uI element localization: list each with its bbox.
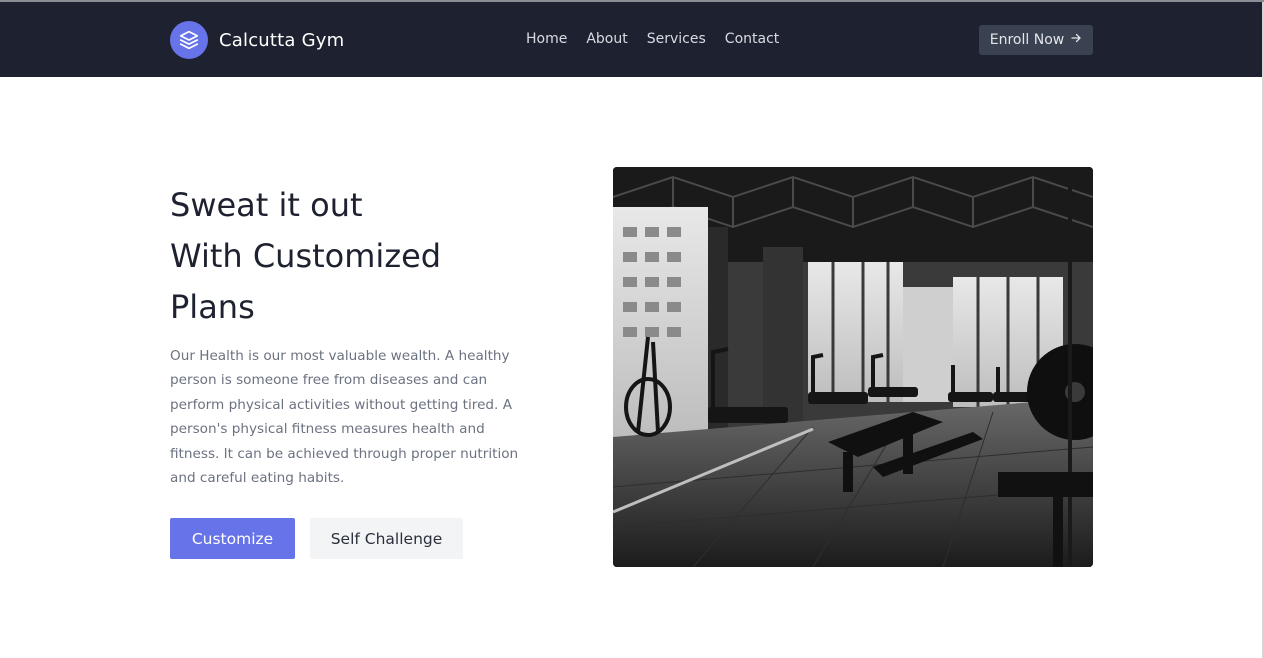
- customize-button[interactable]: Customize: [170, 518, 295, 559]
- enroll-now-button[interactable]: Enroll Now: [979, 25, 1093, 55]
- arrow-right-icon: [1070, 32, 1082, 48]
- hero-title: Sweat it out With Customized Plans: [170, 180, 550, 333]
- nav-link-services[interactable]: Services: [647, 31, 706, 47]
- navbar: Calcutta Gym Home About Services Contact…: [0, 2, 1262, 77]
- self-challenge-button[interactable]: Self Challenge: [310, 518, 463, 559]
- brand[interactable]: Calcutta Gym: [170, 21, 344, 59]
- main-nav: Home About Services Contact: [526, 31, 798, 47]
- brand-name: Calcutta Gym: [219, 29, 345, 51]
- nav-link-contact[interactable]: Contact: [725, 31, 779, 47]
- hero-description: Our Health is our most valuable wealth. …: [170, 348, 519, 487]
- stack-layers-icon: [170, 21, 208, 59]
- hero-title-line-3: Plans: [170, 288, 255, 326]
- nav-link-about[interactable]: About: [586, 31, 627, 47]
- hero-title-line-1: Sweat it out: [170, 186, 363, 224]
- gym-interior-image: [613, 167, 1093, 567]
- nav-link-home[interactable]: Home: [526, 31, 567, 47]
- hero-title-line-2: With Customized: [170, 237, 442, 275]
- enroll-now-label: Enroll Now: [989, 32, 1065, 48]
